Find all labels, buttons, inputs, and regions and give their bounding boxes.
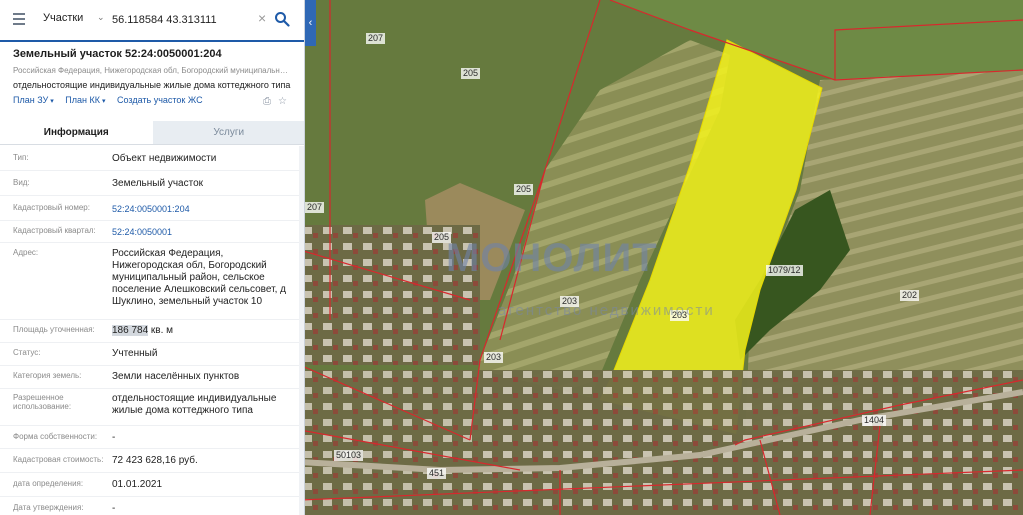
map-parcel-label: 1404 xyxy=(862,415,887,426)
plan-zu-link[interactable]: План ЗУ ▾ xyxy=(13,95,54,105)
tab-info[interactable]: Информация xyxy=(0,121,153,144)
field-row: Адрес: Российская Федерация, Нижегородск… xyxy=(0,243,304,320)
watermark-logo: МОНОЛИТ xyxy=(446,236,658,280)
map-parcel-label: 203 xyxy=(484,352,504,363)
field-value: Объект недвижимости xyxy=(112,153,217,164)
object-header: Земельный участок 52:24:0050001:204 Росс… xyxy=(0,44,304,113)
field-value: - xyxy=(112,432,116,443)
tab-bar: Информация Услуги xyxy=(0,121,304,145)
field-label: Вид: xyxy=(13,178,30,187)
field-label: Кадастровый квартал: xyxy=(13,226,96,235)
field-row: Тип: Объект недвижимости xyxy=(0,146,304,171)
close-icon[interactable]: × xyxy=(258,11,266,25)
create-parcel-link[interactable]: Создать участок ЖС xyxy=(117,95,203,105)
object-permitted-use: отдельностоящие индивидуальные жилые дом… xyxy=(13,80,291,90)
area-unit: кв. м xyxy=(148,325,174,336)
field-value: 186 784 кв. м xyxy=(112,325,304,342)
field-row: Разрешенное использование: отдельностоящ… xyxy=(0,389,304,426)
field-row: Кадастровый квартал: 52:24:0050001 xyxy=(0,221,304,243)
cadastral-quarter-link[interactable]: 52:24:0050001 xyxy=(112,226,304,242)
field-row: Кадастровый номер: 52:24:0050001:204 xyxy=(0,196,304,221)
map-parcel-label: 50103 xyxy=(334,450,364,461)
field-row: Категория земель: Земли населённых пункт… xyxy=(0,366,304,389)
map-parcel-label: 451 xyxy=(427,468,447,479)
field-label: Категория земель: xyxy=(13,371,82,380)
object-address: Российская Федерация, Нижегородская обл,… xyxy=(13,66,293,75)
info-fields: Тип: Объект недвижимости Вид: Земельный … xyxy=(0,146,304,515)
row-actions: ⎙ ☆ xyxy=(256,96,287,107)
watermark-subtitle: агентство недвижимости xyxy=(498,302,715,319)
field-row: Статус: Учтенный xyxy=(0,343,304,366)
field-row: Дата утверждения: - xyxy=(0,497,304,515)
field-value: Учтенный xyxy=(112,348,158,359)
field-value: Земли населённых пунктов xyxy=(112,371,240,382)
field-value: - xyxy=(112,503,116,514)
map-parcel-label: 205 xyxy=(461,68,481,79)
object-title: Земельный участок 52:24:0050001:204 xyxy=(13,48,222,60)
field-label: Тип: xyxy=(13,153,29,162)
field-value: отдельностоящие индивидуальные жилые дом… xyxy=(112,393,277,416)
chevron-down-icon: ▾ xyxy=(50,98,54,105)
field-label: Статус: xyxy=(13,348,41,357)
field-row: Площадь уточненная: 186 784 кв. м xyxy=(0,320,304,343)
chevron-down-icon[interactable]: ⌄ xyxy=(97,12,105,23)
field-label: Площадь уточненная: xyxy=(13,325,95,334)
chevron-down-icon: ▾ xyxy=(101,98,106,105)
search-bar: Участки ⌄ × xyxy=(0,0,304,42)
field-label: Кадастровый номер: xyxy=(13,203,90,212)
action-links: План ЗУ ▾ План КК ▾ Создать участок ЖС ⎙ ☆ xyxy=(13,95,293,113)
field-label: Адрес: xyxy=(13,248,39,257)
print-icon[interactable]: ⎙ xyxy=(263,96,271,107)
field-value: Земельный участок xyxy=(112,178,204,189)
plan-kk-link[interactable]: План КК ▾ xyxy=(65,95,105,105)
map-parcel-label: 205 xyxy=(514,184,534,195)
field-row: Вид: Земельный участок xyxy=(0,171,304,196)
map-parcel-label: 202 xyxy=(900,290,920,301)
field-label: Форма собственности: xyxy=(13,432,98,441)
menu-icon[interactable] xyxy=(13,13,25,25)
field-value: Российская Федерация, Нижегородская обл,… xyxy=(112,248,286,307)
search-input[interactable] xyxy=(112,8,257,32)
field-row: Кадастровая стоимость: 72 423 628,16 руб… xyxy=(0,449,304,473)
map-parcel-label: 207 xyxy=(366,33,386,44)
field-row: Форма собственности: - xyxy=(0,426,304,449)
field-row: дата определения: 01.01.2021 xyxy=(0,473,304,497)
cadastral-number-link[interactable]: 52:24:0050001:204 xyxy=(112,203,304,220)
tab-services[interactable]: Услуги xyxy=(152,121,304,144)
chevron-left-icon: ‹ xyxy=(308,17,313,29)
field-value: 72 423 628,16 руб. xyxy=(112,455,198,466)
info-panel: Участки ⌄ × Земельный участок 52:24:0050… xyxy=(0,0,305,515)
panel-scrollbar[interactable] xyxy=(299,146,304,515)
collapse-panel-button[interactable]: ‹ xyxy=(305,0,316,46)
field-label: Разрешенное использование: xyxy=(13,393,72,411)
area-value: 186 784 xyxy=(112,325,149,336)
star-icon[interactable]: ☆ xyxy=(278,96,287,107)
layer-select[interactable]: Участки xyxy=(43,12,83,24)
field-value: 01.01.2021 xyxy=(112,479,163,490)
search-icon[interactable] xyxy=(274,11,290,27)
map-parcel-label: 207 xyxy=(305,202,325,213)
map-parcel-label: 1079/12 xyxy=(766,265,803,276)
field-label: дата определения: xyxy=(13,479,84,488)
field-label: Дата утверждения: xyxy=(13,503,84,512)
field-label: Кадастровая стоимость: xyxy=(13,455,104,464)
